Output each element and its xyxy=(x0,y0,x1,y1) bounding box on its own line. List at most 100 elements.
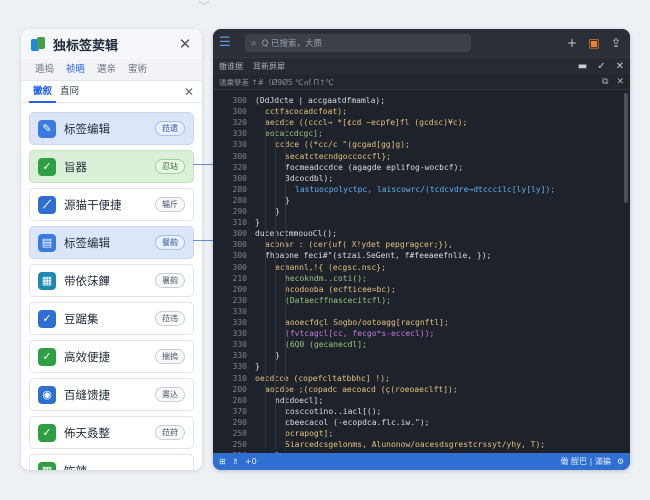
line-number: 320 xyxy=(232,162,247,172)
minimize-icon[interactable]: ▬ xyxy=(578,61,587,72)
line-number: 330 xyxy=(232,340,247,350)
app-logo-icon xyxy=(31,36,46,52)
tab-1[interactable]: 祯晤 xyxy=(60,59,91,81)
status-bar: ⊞ ♗ +0 㒈 酲巴 | 滿徧 ⚙ xyxy=(213,453,630,470)
line-number: 320 xyxy=(232,118,247,128)
code-line: cctfacocadcfoat); xyxy=(265,107,347,117)
status-info: 㒈 酲巴 | 滿徧 xyxy=(560,457,611,466)
list-item[interactable]: ▦ 饬辣 xyxy=(29,454,194,470)
line-number: 330 xyxy=(232,318,247,327)
file-info-bar: 通羹孽差 ↑#（Ø9Ø5 ℃㎡ Π↑℃ ⧉ ✕ xyxy=(213,75,630,90)
line-number: 280 xyxy=(232,195,247,205)
search-input[interactable]: ⌕ Q 已搜索，大质 xyxy=(245,34,471,52)
code-line: focmeadccdce (agagde eplifog-wocbcf); xyxy=(285,162,464,172)
line-number: 200 xyxy=(232,284,247,294)
check-icon: ✓ xyxy=(38,157,56,176)
code-line: aocdoe ;(copadc aecoacd (ç(roeoaeclft]); xyxy=(265,384,458,394)
panel-title: 独标签荬辑 xyxy=(53,38,119,54)
bookmark-icon[interactable]: ▣ xyxy=(586,35,602,51)
line-number: 200 xyxy=(232,384,247,394)
status-count: +0 xyxy=(244,457,257,466)
list-item-badge[interactable]: 辎斤 xyxy=(155,197,185,212)
add-icon[interactable]: + xyxy=(564,35,580,51)
list-item-label: 佈天叒整 xyxy=(64,425,110,440)
code-line: (Dataecffnascecitcfl); xyxy=(285,295,391,305)
close-icon[interactable]: ✕ xyxy=(178,35,192,53)
list-item-badge[interactable]: 菈荮 xyxy=(155,425,185,440)
check-icon: ✓ xyxy=(38,347,56,366)
tab-2[interactable]: 選亲 xyxy=(91,59,122,81)
line-number: 300 xyxy=(232,229,247,239)
list-item-label: 百缝馈捷 xyxy=(64,387,110,402)
line-number: 230 xyxy=(232,295,247,305)
list-item-badge[interactable]: 晝込 xyxy=(155,387,185,402)
indent-guide xyxy=(265,110,266,450)
code-line: fhoabne feci#"(stzai.SeGent, f#feeaeefnl… xyxy=(265,251,492,261)
list-item-label: 豆踞集 xyxy=(64,311,99,326)
tab-3[interactable]: 蜜術 xyxy=(122,59,153,81)
user-icon: ◉ xyxy=(38,385,56,404)
window-icon[interactable]: ⧉ xyxy=(602,77,608,87)
list-item-label: 标签编辑 xyxy=(64,235,110,250)
list-item-badge[interactable]: 揣摀 xyxy=(155,349,185,364)
list-item[interactable]: ✓ 旨器 忍站 xyxy=(29,150,194,183)
line-number: 210 xyxy=(232,273,247,283)
code-line: (DdJdcte | accgaatdfmamla); xyxy=(255,96,386,105)
code-line: Siarcedcsgelonms, Alunonow/oacesdsgrestc… xyxy=(285,440,546,450)
list-item[interactable]: ▤ 标签编辑 餐韵 xyxy=(29,226,194,259)
subtab-0[interactable]: 黴叙 xyxy=(29,81,57,103)
list-item[interactable]: ✓ 豆踞集 菈违 xyxy=(29,302,194,335)
list-item[interactable]: ✓ 高效便捷 揣摀 xyxy=(29,340,194,373)
close-icon[interactable]: ✕ xyxy=(184,85,194,99)
list-item[interactable]: ⟋ 源猫干便捷 辎斤 xyxy=(29,188,194,221)
list-item-label: 带依莯饆 xyxy=(64,273,110,288)
subtab-1[interactable]: 直冏 xyxy=(56,81,83,103)
line-number: 290 xyxy=(232,417,247,427)
check-icon: ✓ xyxy=(38,309,56,328)
list-item-label: 高效便捷 xyxy=(64,349,110,364)
list-item[interactable]: ✓ 佈天叒整 菈荮 xyxy=(29,416,194,449)
editor-subtoolbar: 雒谁据 耳新屛犀 ▬ ✓ ✕ xyxy=(213,57,630,75)
close-icon[interactable]: ✕ xyxy=(616,77,624,87)
code-line: lastuocpolyctpc, laiscowrc/(tcdcvdre→dtc… xyxy=(295,184,556,194)
chevron-down-icon[interactable]: ﹀ xyxy=(197,1,211,12)
list-item[interactable]: ◉ 百缝馈捷 晝込 xyxy=(29,378,194,411)
status-branch-icon[interactable]: ♗ xyxy=(232,457,239,466)
list-item[interactable]: ✎ 标签编辑 菈遗 xyxy=(29,112,194,145)
line-number: 330 xyxy=(232,306,247,316)
code-line: aecdce ((cccl→ *[¢cd ~ecpfe]fl (gcdsc)¥c… xyxy=(265,118,468,128)
code-line: ocrapogt]; xyxy=(285,429,334,438)
editor-toolbar: ☰ ⌕ Q 已搜索，大质 + ▣ ⇪ xyxy=(213,29,630,57)
list-item[interactable]: ▦ 带依莯饆 暑韵 xyxy=(29,264,194,297)
panel-titlebar: 独标签荬辑 ✕ xyxy=(21,29,202,59)
list-item-badge[interactable]: 菈违 xyxy=(155,311,185,326)
share-icon[interactable]: ⇪ xyxy=(608,35,624,51)
menu-icon[interactable]: ☰ xyxy=(219,36,233,50)
code-line: (6Q0 (gecanecdl]; xyxy=(285,340,367,350)
status-grid-icon[interactable]: ⊞ xyxy=(219,457,226,466)
code-line: ducenctmmouoCl(); xyxy=(255,229,337,239)
line-number: 250 xyxy=(232,429,247,438)
line-number: 370 xyxy=(232,406,247,416)
line-number: 300 xyxy=(232,251,247,261)
code-line: 3dcocdbl); xyxy=(285,173,334,183)
code-area[interactable]: 300 (DdJdcte | accgaatdfmamla); 300 cctfaco… xyxy=(213,90,622,453)
building-icon: ▦ xyxy=(38,271,56,290)
tab-0[interactable]: 遁捣 xyxy=(29,59,60,81)
list-item-badge[interactable]: 餐韵 xyxy=(155,235,185,250)
sub-tabs: 黴叙 直冏 ✕ xyxy=(21,81,202,103)
list-item-label: 源猫干便捷 xyxy=(64,197,122,212)
line-number: 300 xyxy=(232,107,247,117)
subtoolbar-label[interactable]: 雒谁据 xyxy=(219,61,243,72)
scrollbar[interactable] xyxy=(624,93,628,203)
close-icon[interactable]: ✕ xyxy=(616,61,624,72)
list-item-badge[interactable]: 暑韵 xyxy=(155,273,185,288)
subtoolbar-label[interactable]: 耳新屛犀 xyxy=(253,61,285,72)
indent-guide xyxy=(275,110,276,450)
check-icon[interactable]: ✓ xyxy=(597,61,605,72)
list-item-badge[interactable]: 菈遗 xyxy=(155,121,185,136)
code-line: ndcdoecl]; xyxy=(275,395,324,405)
settings-icon[interactable]: ⚙ xyxy=(617,457,624,466)
list-item-badge[interactable]: 忍站 xyxy=(155,159,185,174)
search-icon: ⌕ xyxy=(251,37,257,49)
